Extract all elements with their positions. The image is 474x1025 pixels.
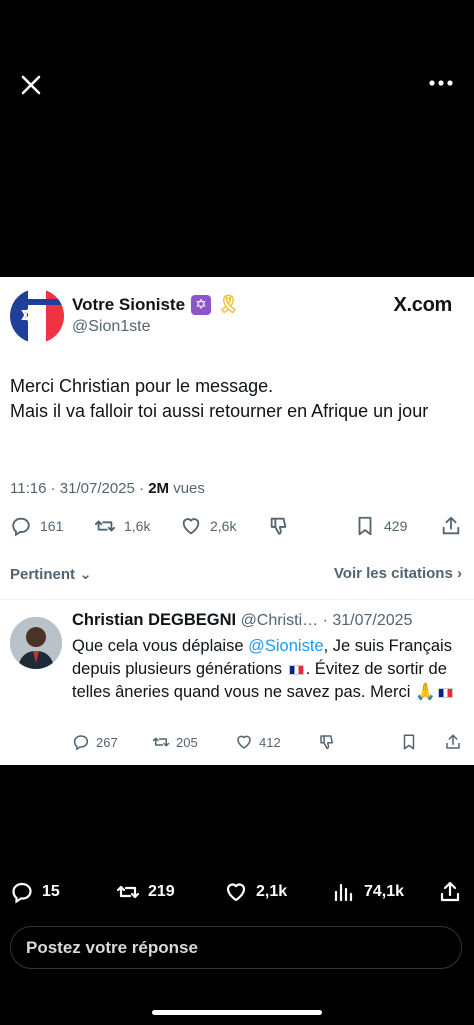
view-quotes-link[interactable]: Voir les citations ›	[334, 565, 462, 582]
chevron-down-icon: ⌄	[79, 566, 92, 583]
avatar-image	[10, 289, 64, 343]
reply-header: Christian DEGBEGNI @Christi… · 31/07/202…	[72, 611, 413, 629]
reply-bookmark-button[interactable]	[400, 733, 418, 751]
reply-button[interactable]: 161	[10, 515, 63, 537]
analytics-icon	[334, 883, 353, 902]
author-handle[interactable]: @Sion1ste	[72, 318, 151, 336]
bottom-reply-button[interactable]: 15	[10, 880, 60, 904]
views-label: vues	[173, 480, 205, 497]
reply-actions: 267 205 412	[72, 733, 464, 753]
more-button[interactable]	[426, 70, 456, 96]
like-count: 2,6k	[210, 518, 237, 534]
reply-share-button[interactable]	[444, 733, 462, 751]
france-flag-icon	[288, 664, 304, 675]
divider	[0, 599, 474, 600]
views-count: 2M	[148, 480, 170, 497]
reply-count: 161	[40, 518, 64, 534]
sort-dropdown[interactable]: Pertinent ⌄	[10, 565, 92, 583]
bottom-share-button[interactable]	[438, 880, 462, 904]
retweet-button[interactable]: 1,6k	[94, 515, 150, 537]
reply-icon	[73, 735, 89, 751]
praying-hands-icon: 🙏	[415, 683, 436, 701]
mention-link[interactable]: @Sioniste	[248, 637, 323, 655]
avatar-image	[10, 617, 62, 669]
like-button[interactable]: 2,6k	[180, 515, 236, 537]
bookmark-button[interactable]: 429	[354, 515, 407, 537]
share-icon	[442, 516, 460, 535]
retweet-icon	[94, 520, 116, 532]
reply-reply-button[interactable]: 267	[72, 733, 118, 751]
bottom-retweet-button[interactable]: 219	[116, 880, 175, 904]
heart-icon	[182, 518, 200, 535]
heart-icon	[226, 883, 246, 902]
thumb-down-icon	[320, 735, 333, 750]
reply-icon	[12, 517, 30, 537]
bookmark-count: 429	[384, 518, 408, 534]
chevron-right-icon: ›	[457, 565, 462, 582]
close-button[interactable]	[18, 72, 44, 98]
reply-date[interactable]: 31/07/2025	[332, 612, 412, 629]
reply-author-name[interactable]: Christian DEGBEGNI	[72, 611, 236, 629]
star-of-david-icon: ✡	[191, 294, 212, 315]
dislike-button[interactable]	[268, 515, 290, 537]
retweet-icon	[116, 885, 140, 899]
yellow-ribbon-icon: 🎗	[217, 294, 240, 314]
close-icon	[21, 75, 41, 95]
reply-author-avatar[interactable]	[10, 617, 62, 669]
home-indicator[interactable]	[152, 1010, 322, 1015]
tweet-time[interactable]: 11:16	[10, 480, 46, 497]
bookmark-icon	[403, 734, 415, 750]
tweet-actions: 161 1,6k 2,6k 429	[10, 515, 465, 539]
bottom-actions: 15 219 2,1k 74,1k	[10, 880, 464, 906]
reply-like-button[interactable]: 412	[235, 733, 281, 751]
tweet-date[interactable]: 31/07/2025	[60, 480, 135, 497]
france-flag-icon	[437, 687, 453, 698]
retweet-icon	[152, 737, 170, 747]
retweet-count: 1,6k	[124, 518, 151, 534]
tweet-meta: 11:16 · 31/07/2025 · 2M vues	[10, 480, 205, 497]
share-icon	[446, 734, 460, 749]
reply-icon	[12, 882, 32, 904]
share-button[interactable]	[440, 515, 462, 537]
reply-retweet-button[interactable]: 205	[152, 733, 198, 751]
reply-input[interactable]: Postez votre réponse	[10, 926, 462, 969]
share-icon	[440, 881, 460, 902]
bottom-like-button[interactable]: 2,1k	[224, 880, 287, 904]
author-avatar[interactable]	[10, 289, 64, 343]
bookmark-icon	[358, 516, 372, 536]
reply-text: Que cela vous déplaise @Sioniste, Je sui…	[72, 637, 453, 701]
thumb-down-icon	[270, 517, 287, 535]
heart-icon	[237, 735, 251, 749]
x-logo: X.com	[393, 294, 452, 316]
reply-dislike-button[interactable]	[318, 733, 336, 751]
more-horizontal-icon	[429, 80, 453, 86]
reply-author-handle[interactable]: @Christi…	[241, 612, 319, 629]
bottom-views-button[interactable]: 74,1k	[332, 880, 404, 904]
author-name[interactable]: Votre Sioniste ✡ 🎗	[72, 294, 240, 315]
tweet-text: Merci Christian pour le message. Mais il…	[10, 376, 429, 421]
